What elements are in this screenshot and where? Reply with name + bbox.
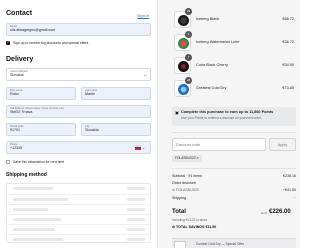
total-label: Total bbox=[172, 209, 186, 215]
total-savings: ⊘ TOTAL SAVINGS €11.50 bbox=[172, 225, 217, 229]
discount-code-input[interactable]: Discount code bbox=[172, 138, 266, 151]
discount-code-tag: ⊘ FOLASBUS20 bbox=[172, 188, 200, 192]
quantity-badge: 7 bbox=[185, 54, 192, 61]
applied-discount-chip[interactable]: FOLASBUS20 ✕ bbox=[172, 155, 203, 162]
phone-value: +12345 bbox=[10, 146, 23, 151]
loyalty-points-banner: ▣ Complete this purchase to earn up to 1… bbox=[172, 107, 296, 126]
shipping-method-title: Shipping method bbox=[6, 172, 47, 178]
skeleton-row bbox=[7, 204, 152, 213]
country-select[interactable]: Country/Region Slovakia bbox=[6, 68, 151, 81]
shipping-method-loading bbox=[6, 183, 152, 243]
item-price: €36.72 bbox=[282, 40, 294, 44]
postal-code-field[interactable]: Postal code 91701 bbox=[6, 123, 76, 136]
first-name-field[interactable]: First name Robo bbox=[6, 87, 76, 100]
contact-title: Contact bbox=[6, 10, 33, 17]
city-value: Slovakia bbox=[85, 128, 99, 133]
postal-code-value: 91701 bbox=[10, 128, 20, 133]
newsletter-label: Sign up to receive big discounts and spe… bbox=[13, 41, 89, 45]
subtotal-label: Subtotal · 91 items bbox=[172, 174, 202, 178]
checkout-form: Contact Sign in Email oils.abcagmgnu@gma… bbox=[0, 0, 157, 248]
discount-value: −€41.50 bbox=[282, 188, 296, 192]
item-price: €73.80 bbox=[282, 86, 294, 90]
country-value: Slovakia bbox=[10, 73, 24, 78]
total-currency: EUR bbox=[261, 211, 268, 215]
save-info-checkbox[interactable] bbox=[6, 160, 10, 164]
email-field[interactable]: Email oils.abcagmgnu@gmail.com bbox=[6, 23, 151, 36]
delivery-title: Delivery bbox=[6, 56, 34, 63]
cart-item: 9 Iceberg Watermelon Lime €36.72 bbox=[174, 31, 294, 52]
order-discount-label: Order discount bbox=[172, 181, 196, 185]
apply-discount-button[interactable]: Apply bbox=[269, 138, 296, 151]
quantity-badge: 22 bbox=[185, 8, 192, 15]
item-name: Iceberg Black bbox=[196, 17, 220, 21]
shipping-label: Shipping bbox=[172, 196, 186, 200]
shipping-value: ··· bbox=[292, 196, 296, 200]
gift-icon: ▣ bbox=[175, 110, 179, 115]
email-value: oils.abcagmgnu@gmail.com bbox=[10, 28, 56, 33]
quantity-badge: 9 bbox=[185, 31, 192, 38]
first-name-value: Robo bbox=[10, 92, 19, 97]
skeleton-row bbox=[7, 194, 152, 203]
item-price: €85.72 bbox=[282, 17, 294, 21]
order-summary: 22 Iceberg Black €85.72 9 Iceberg Waterm… bbox=[157, 0, 300, 248]
quantity-badge: 28 bbox=[185, 77, 192, 84]
item-price: €34.90 bbox=[282, 63, 294, 67]
address-value: Stef22 Trnava bbox=[10, 110, 33, 115]
promo-subtitle: Use your Points to redeem a discount on … bbox=[181, 116, 262, 120]
country-flag-icon[interactable] bbox=[135, 145, 141, 150]
address-field[interactable]: Full Address (Street name, house number,… bbox=[6, 105, 151, 118]
cart-item: 28 Greatest Cold Dry €73.80 bbox=[174, 77, 294, 98]
city-field[interactable]: City Slovakia bbox=[81, 123, 151, 136]
subtotal-value: €236.16 bbox=[283, 174, 296, 178]
cart-item: 7 Cuba Black Cherry €34.90 bbox=[174, 54, 294, 75]
upsell-item[interactable]: Comfort Cold Dry — Special Offer bbox=[172, 238, 296, 248]
product-thumbnail bbox=[174, 241, 186, 248]
item-name: Cuba Black Cherry bbox=[196, 63, 228, 67]
skeleton-row bbox=[7, 224, 152, 233]
phone-field[interactable]: Phone +12345 bbox=[6, 141, 151, 154]
item-name: Iceberg Watermelon Lime bbox=[196, 40, 240, 44]
chevron-down-icon: ⌄ bbox=[142, 145, 146, 150]
last-name-value: Martin bbox=[85, 92, 95, 97]
promo-title: Complete this purchase to earn up to 11,… bbox=[181, 110, 274, 114]
last-name-field[interactable]: Last name Martin bbox=[81, 87, 151, 100]
divider bbox=[172, 168, 296, 169]
newsletter-checkbox[interactable] bbox=[6, 40, 10, 45]
upsell-item-name: Comfort Cold Dry — Special Offer bbox=[196, 242, 244, 246]
divider bbox=[172, 132, 296, 133]
shipping-row: Shipping ··· bbox=[172, 196, 296, 200]
item-name: Greatest Cold Dry bbox=[196, 86, 227, 90]
skeleton-row bbox=[7, 214, 152, 223]
cart-item: 22 Iceberg Black €85.72 bbox=[174, 8, 294, 29]
save-info-label: Save this information for next time bbox=[13, 160, 65, 164]
sign-in-link[interactable]: Sign in bbox=[137, 13, 149, 18]
skeleton-row bbox=[7, 234, 152, 243]
total-value: €226.00 bbox=[269, 209, 291, 215]
chevron-down-icon: ⌄ bbox=[143, 72, 147, 77]
order-discount-row: ⊘ FOLASBUS20 −€41.50 bbox=[172, 188, 296, 192]
skeleton-row bbox=[7, 184, 152, 193]
tax-note: Including €41.25 in taxes bbox=[172, 218, 208, 222]
subtotal-row: Subtotal · 91 items €236.16 bbox=[172, 174, 296, 178]
